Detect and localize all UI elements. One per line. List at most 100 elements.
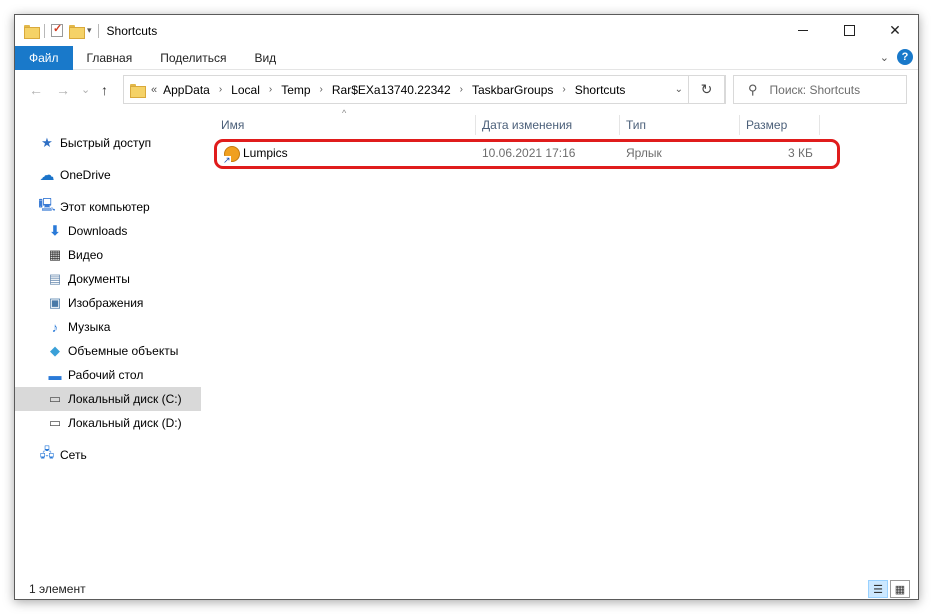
quick-access-toolbar: ▾ (24, 15, 105, 46)
shortcut-icon (223, 146, 240, 165)
breadcrumb: « AppData › Local › Temp › Rar$EXa13740.… (151, 83, 625, 97)
title-bar: ▾ Shortcuts ✕ (15, 15, 918, 46)
document-icon: ▤ (48, 271, 62, 286)
column-header-date[interactable]: Дата изменения (482, 115, 572, 135)
music-note-icon: ♪ (51, 319, 59, 335)
sidebar-item-pictures[interactable]: ▣ Изображения (15, 291, 201, 315)
sidebar-item-drive-d[interactable]: ▭ Локальный диск (D:) (15, 411, 201, 435)
sidebar-item-this-pc[interactable]: 🖳 Этот компьютер (15, 195, 201, 219)
breadcrumb-item[interactable]: Temp (281, 83, 310, 97)
image-icon: ▣ (48, 295, 62, 310)
breadcrumb-item[interactable]: TaskbarGroups (472, 83, 553, 97)
window-title: Shortcuts (106, 23, 158, 38)
ribbon-right-controls: ⌄ ? (880, 49, 913, 65)
sidebar-item-downloads[interactable]: ⬇ Downloads (15, 219, 201, 243)
navigation-pane: ★ Быстрый доступ ☁ OneDrive 🖳 Этот компь… (15, 123, 201, 583)
recent-locations-chevron-icon[interactable]: ⌄ (81, 83, 90, 96)
film-icon: ▦ (48, 247, 62, 262)
minimize-button[interactable] (780, 15, 826, 46)
breadcrumb-overflow-icon[interactable]: « (151, 84, 157, 96)
sidebar-item-label: Документы (68, 272, 130, 286)
file-date: 10.06.2021 17:16 (482, 146, 576, 160)
navigation-bar: ← → ⌄ ↑ « AppData › Local › Temp › Rar$E… (15, 71, 918, 109)
file-size: 3 КБ (788, 146, 813, 160)
sort-ascending-icon: ^ (342, 108, 347, 118)
sidebar-item-onedrive[interactable]: ☁ OneDrive (15, 163, 201, 187)
file-type: Ярлык (626, 146, 662, 160)
cloud-icon: ☁ (39, 167, 55, 184)
cube-icon: ◆ (50, 343, 60, 358)
window-controls: ✕ (780, 15, 918, 46)
sidebar-item-network[interactable]: 🖧 Сеть (15, 443, 201, 467)
tab-file[interactable]: Файл (15, 45, 73, 70)
breadcrumb-item[interactable]: AppData (163, 83, 210, 97)
breadcrumb-item[interactable]: Local (231, 83, 260, 97)
view-switcher: ☰ ▦ (866, 580, 910, 598)
close-button[interactable]: ✕ (872, 15, 918, 46)
search-placeholder: Поиск: Shortcuts (769, 82, 861, 97)
sidebar-item-label: Рабочий стол (68, 368, 144, 382)
help-icon[interactable]: ? (897, 49, 913, 65)
tab-share[interactable]: Поделиться (146, 46, 240, 70)
column-header-type[interactable]: Тип (626, 115, 646, 135)
sidebar-item-label: Изображения (68, 296, 144, 310)
maximize-button[interactable] (826, 15, 872, 46)
breadcrumb-chevron-icon[interactable]: › (320, 84, 323, 95)
properties-icon[interactable] (51, 22, 63, 37)
sidebar-item-desktop[interactable]: ▬ Рабочий стол (15, 363, 201, 387)
breadcrumb-item[interactable]: Shortcuts (575, 83, 626, 97)
sidebar-item-label: Этот компьютер (60, 200, 150, 214)
sidebar-item-quick-access[interactable]: ★ Быстрый доступ (15, 131, 201, 155)
desktop-icon: ▬ (48, 367, 62, 383)
breadcrumb-chevron-icon[interactable]: › (269, 84, 272, 95)
breadcrumb-chevron-icon[interactable]: › (562, 84, 565, 95)
breadcrumb-item[interactable]: Rar$EXa13740.22342 (332, 83, 451, 97)
sidebar-item-label: Downloads (68, 224, 128, 238)
explorer-window: ▾ Shortcuts ✕ Файл Главная Поделиться Ви… (14, 14, 919, 600)
search-input[interactable]: ⚲ Поиск: Shortcuts (733, 75, 907, 104)
folder-icon (130, 83, 146, 98)
column-divider[interactable] (739, 115, 740, 135)
address-bar[interactable]: « AppData › Local › Temp › Rar$EXa13740.… (123, 75, 726, 104)
network-icon: 🖧 (39, 445, 55, 460)
back-button[interactable]: ← (29, 82, 43, 98)
refresh-button[interactable]: ↻ (688, 75, 725, 104)
ribbon-tabs: Файл Главная Поделиться Вид ⌄ ? (15, 45, 918, 70)
status-bar: 1 элемент ☰ ▦ (15, 577, 918, 599)
customize-toolbar-chevron-icon[interactable]: ▾ (87, 25, 92, 36)
tab-view[interactable]: Вид (240, 46, 290, 70)
download-arrow-icon: ⬇ (49, 223, 61, 238)
expand-ribbon-chevron-icon[interactable]: ⌄ (880, 51, 889, 64)
folder-icon (24, 24, 40, 39)
search-icon: ⚲ (748, 81, 758, 97)
large-icons-view-button[interactable]: ▦ (890, 580, 910, 598)
up-button[interactable]: ↑ (101, 82, 108, 98)
computer-icon: 🖳 (38, 197, 56, 212)
column-header-size[interactable]: Размер (746, 115, 787, 135)
new-folder-icon[interactable] (69, 24, 85, 39)
sidebar-item-3d-objects[interactable]: ◆ Объемные объекты (15, 339, 201, 363)
breadcrumb-chevron-icon[interactable]: › (219, 84, 222, 95)
sidebar-item-label: Локальный диск (D:) (68, 416, 182, 430)
breadcrumb-chevron-icon[interactable]: › (460, 84, 463, 95)
sidebar-item-video[interactable]: ▦ Видео (15, 243, 201, 267)
column-divider[interactable] (475, 115, 476, 135)
column-header-name[interactable]: Имя (221, 115, 244, 135)
forward-button[interactable]: → (56, 82, 70, 98)
item-count: 1 элемент (29, 582, 86, 596)
sidebar-item-documents[interactable]: ▤ Документы (15, 267, 201, 291)
sidebar-item-label: Музыка (68, 320, 111, 334)
column-divider[interactable] (819, 115, 820, 135)
details-view-button[interactable]: ☰ (868, 580, 888, 598)
column-divider[interactable] (619, 115, 620, 135)
file-name[interactable]: Lumpics (243, 146, 288, 160)
sidebar-item-music[interactable]: ♪ Музыка (15, 315, 201, 339)
sidebar-item-label: Видео (68, 248, 104, 262)
drive-icon: ▭ (48, 415, 62, 430)
toolbar-separator (97, 23, 99, 38)
tab-home[interactable]: Главная (73, 46, 147, 70)
drive-icon: ▭ (48, 391, 62, 406)
sidebar-item-drive-c[interactable]: ▭ Локальный диск (C:) (15, 387, 201, 411)
sidebar-item-label: Быстрый доступ (60, 136, 152, 150)
address-history-chevron-icon[interactable]: ⌄ (675, 84, 683, 95)
